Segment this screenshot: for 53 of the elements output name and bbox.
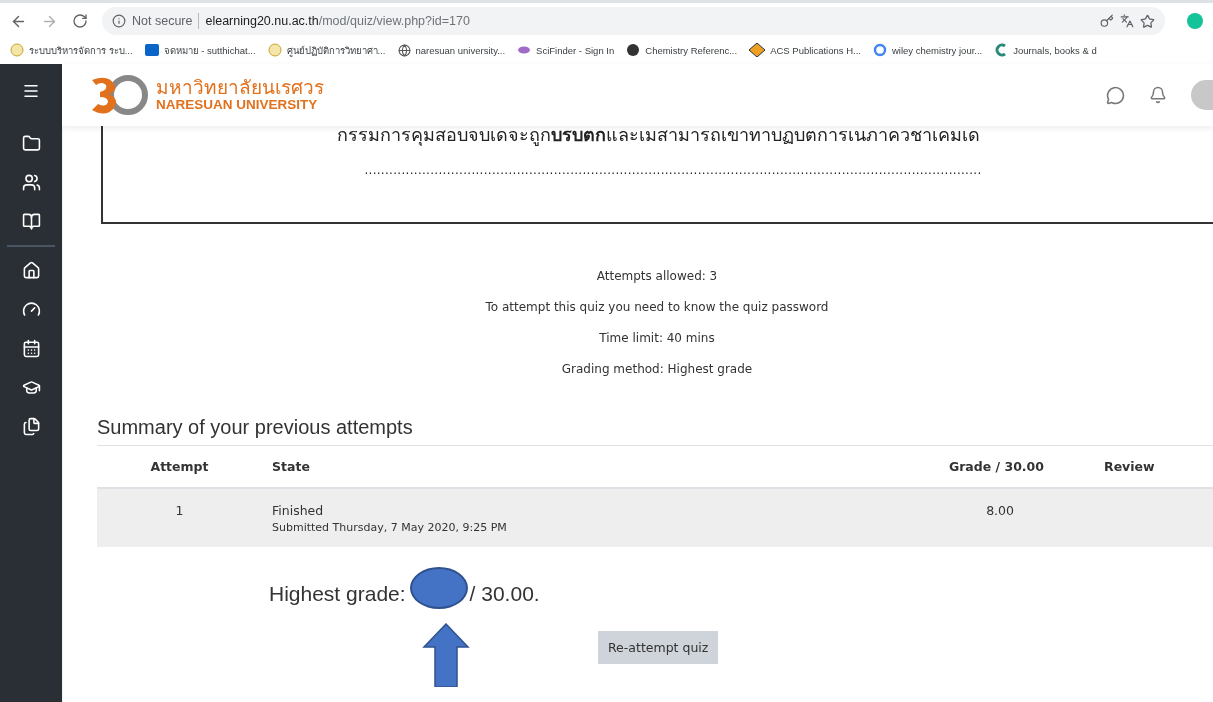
quiz-info-text: Grading method: Highest grade: [561, 362, 753, 376]
logo-english-text: NARESUAN UNIVERSITY: [156, 97, 319, 113]
table-cell-text: 8.00: [985, 503, 1015, 518]
key-icon[interactable]: [1100, 14, 1114, 28]
mail-icon: [144, 43, 159, 57]
notice-text: กรรมการคุมสอบจบเดจะถูกบรบตกและเมสามารถเขาทาบฏบตการเนภาควชาเคมเด: [336, 123, 980, 148]
quiz-info-text: Attempts allowed: 3: [596, 269, 718, 283]
section-title: Summary of your previous attempts: [97, 416, 414, 439]
highest-grade-total: / 30.00.: [469, 582, 540, 606]
security-label: Not secure: [132, 14, 193, 28]
messages-icon[interactable]: [1106, 85, 1125, 105]
dotted-line: ......................................................................................................................................................: [364, 163, 982, 177]
column-header: State: [271, 459, 311, 474]
star-icon[interactable]: [1140, 13, 1155, 29]
info-icon: [112, 14, 126, 28]
column-header: Attempt: [149, 459, 210, 474]
bookmark[interactable]: จดหมาย - sutthichat...: [144, 42, 256, 58]
table-cell-text: Finished: [272, 503, 325, 518]
seal-icon: [10, 43, 24, 57]
arrow-drawing: [422, 623, 470, 687]
gauge-icon[interactable]: [21, 300, 41, 319]
bookmark[interactable]: Journals, books & d: [994, 43, 1097, 57]
graduation-cap-icon[interactable]: [21, 378, 41, 397]
address-bar[interactable]: Not secure elearning20.nu.ac.th/mod/quiz/view.php?id=170: [102, 7, 1165, 35]
reload-icon[interactable]: [72, 13, 88, 29]
bookmark[interactable]: ACS Publications H...: [749, 43, 861, 57]
home-icon[interactable]: [21, 261, 41, 280]
column-header: Grade / 30.00: [947, 459, 1044, 474]
seal-icon: [267, 43, 282, 57]
submitted-text: Submitted Thursday, 7 May 2020, 9:25 PM: [272, 521, 508, 534]
translate-icon[interactable]: [1120, 14, 1134, 28]
bookmark[interactable]: ศูนย์ปฏิบัติการวิทยาศา...: [267, 42, 386, 58]
bookmark[interactable]: naresuan university...: [397, 43, 506, 57]
notifications-icon[interactable]: [1149, 86, 1167, 104]
calendar-icon[interactable]: [21, 339, 41, 358]
oval-mark: [409, 567, 468, 609]
reattempt-button[interactable]: Re-attempt quiz: [598, 631, 719, 664]
highest-grade-label: Highest grade:: [269, 582, 406, 606]
users-icon[interactable]: [21, 173, 41, 192]
files-icon[interactable]: [21, 417, 41, 436]
bookmark[interactable]: wiley chemistry jour...: [872, 43, 983, 57]
column-header: Review: [1103, 459, 1156, 474]
bookmark[interactable]: ระบบบริหารจัดการ ระบ...: [10, 42, 133, 58]
logo-thai-text: มหาวิทยาลัยนเรศวร: [156, 77, 324, 97]
table-cell-text: 1: [174, 503, 185, 518]
url-text: elearning20.nu.ac.th/mod/quiz/view.php?id=170: [205, 14, 471, 28]
menu-icon[interactable]: [22, 82, 40, 100]
bookmark[interactable]: Chemistry Referenc...: [626, 43, 738, 57]
quiz-info-text: Time limit: 40 mins: [599, 331, 715, 345]
bookmark[interactable]: SciFinder - Sign In: [517, 44, 615, 56]
folder-icon[interactable]: [21, 134, 41, 153]
quiz-info-text: To attempt this quiz you need to know the quiz password: [485, 300, 829, 314]
book-icon[interactable]: [21, 212, 41, 231]
